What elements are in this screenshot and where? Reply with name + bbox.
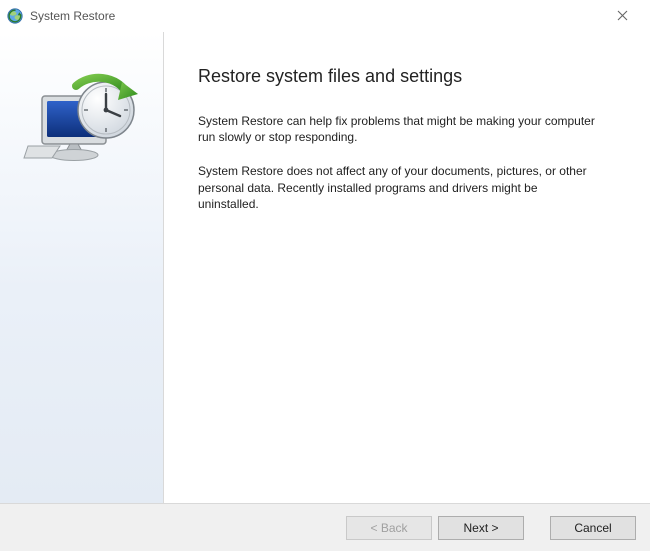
intro-paragraph-2: System Restore does not affect any of yo… xyxy=(198,163,598,212)
close-icon xyxy=(617,10,628,21)
wizard-content: Restore system files and settings System… xyxy=(164,32,650,503)
system-restore-icon xyxy=(6,7,24,25)
next-button[interactable]: Next > xyxy=(438,516,524,540)
wizard-footer: < Back Next > Cancel xyxy=(0,503,650,551)
window-title: System Restore xyxy=(30,9,602,23)
wizard-body: Restore system files and settings System… xyxy=(0,32,650,503)
back-button[interactable]: < Back xyxy=(346,516,432,540)
wizard-sidebar xyxy=(0,32,164,503)
intro-paragraph-1: System Restore can help fix problems tha… xyxy=(198,113,598,145)
cancel-button[interactable]: Cancel xyxy=(550,516,636,540)
page-heading: Restore system files and settings xyxy=(198,66,620,87)
restore-illustration-icon xyxy=(22,58,142,178)
titlebar: System Restore xyxy=(0,0,650,32)
close-button[interactable] xyxy=(602,2,642,30)
